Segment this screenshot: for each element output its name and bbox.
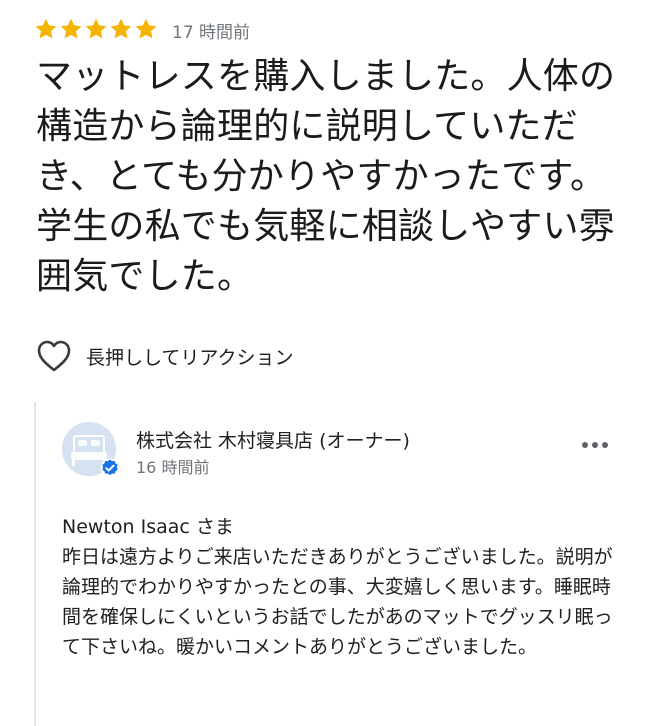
owner-reply: 株式会社 木村寝具店 (オーナー) 16 時間前 Newton Isaac さま… (34, 402, 634, 726)
owner-reply-text: Newton Isaac さま 昨日は遠方よりご来店いただきありがとうございまし… (62, 516, 613, 658)
reaction-label: 長押ししてリアクション (86, 346, 294, 369)
star-icon (59, 17, 83, 43)
star-icon (84, 17, 108, 43)
star-icon (109, 17, 133, 43)
owner-avatar[interactable] (62, 422, 120, 478)
reaction-button[interactable]: 長押ししてリアクション (36, 338, 293, 374)
review-header: 17 時間前 (34, 16, 250, 44)
star-rating (34, 17, 158, 43)
star-icon (134, 17, 158, 43)
reply-time-ago: 16 時間前 (136, 458, 210, 477)
star-icon (34, 17, 58, 43)
heart-outline-icon[interactable] (36, 339, 72, 373)
owner-name[interactable]: 株式会社 木村寝具店 (オーナー) (136, 426, 410, 453)
reply-divider (34, 402, 36, 726)
more-horizontal-icon[interactable] (580, 438, 610, 452)
verified-badge-icon (100, 458, 120, 478)
review-text: マットレスを購入しました。人体の構造から論理的に説明していただき、とても分かりや… (36, 56, 616, 297)
review-time-ago: 17 時間前 (172, 22, 251, 43)
